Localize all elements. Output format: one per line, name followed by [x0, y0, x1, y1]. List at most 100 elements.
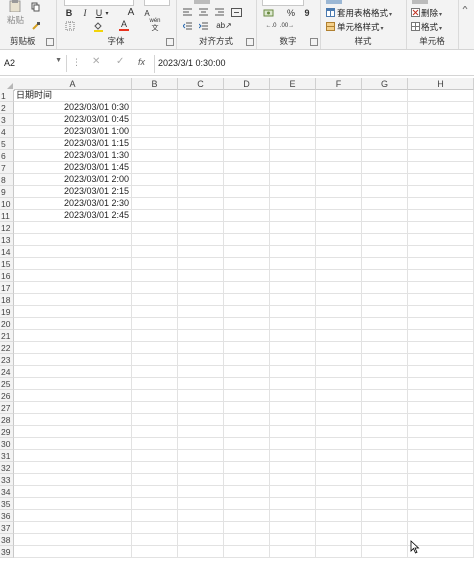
row-header-15[interactable]: 15: [0, 258, 14, 270]
cell-b35[interactable]: [132, 498, 178, 510]
cell-g21[interactable]: [362, 330, 408, 342]
cell-c31[interactable]: [178, 450, 224, 462]
clipboard-launcher-icon[interactable]: [46, 38, 54, 46]
cell-e38[interactable]: [270, 534, 316, 546]
cell-b28[interactable]: [132, 414, 178, 426]
cell-b18[interactable]: [132, 294, 178, 306]
cell-e26[interactable]: [270, 390, 316, 402]
cell-c7[interactable]: [178, 162, 224, 174]
cell-e31[interactable]: [270, 450, 316, 462]
cell-d14[interactable]: [224, 246, 270, 258]
cell-d34[interactable]: [224, 486, 270, 498]
row-header-2[interactable]: 2: [0, 102, 14, 114]
cell-b38[interactable]: [132, 534, 178, 546]
cell-f19[interactable]: [316, 306, 362, 318]
cell-a16[interactable]: [14, 270, 132, 282]
column-header-b[interactable]: B: [132, 78, 178, 90]
cell-g20[interactable]: [362, 318, 408, 330]
cell-b17[interactable]: [132, 282, 178, 294]
cell-d9[interactable]: [224, 186, 270, 198]
cell-e12[interactable]: [270, 222, 316, 234]
row-header-39[interactable]: 39: [0, 546, 14, 558]
delete-icon[interactable]: [410, 7, 420, 17]
cell-f16[interactable]: [316, 270, 362, 282]
cell-c27[interactable]: [178, 402, 224, 414]
cell-c3[interactable]: [178, 114, 224, 126]
cell-f8[interactable]: [316, 174, 362, 186]
cell-g5[interactable]: [362, 138, 408, 150]
cell-a8[interactable]: 2023/03/01 2:00: [14, 174, 132, 186]
cell-f38[interactable]: [316, 534, 362, 546]
row-header-36[interactable]: 36: [0, 510, 14, 522]
cell-g18[interactable]: [362, 294, 408, 306]
cell-e23[interactable]: [270, 354, 316, 366]
cell-b20[interactable]: [132, 318, 178, 330]
cell-d1[interactable]: [224, 90, 270, 102]
cell-f6[interactable]: [316, 150, 362, 162]
cell-a3[interactable]: 2023/03/01 0:45: [14, 114, 132, 126]
cell-a33[interactable]: [14, 474, 132, 486]
cell-f35[interactable]: [316, 498, 362, 510]
cell-d30[interactable]: [224, 438, 270, 450]
cell-c34[interactable]: [178, 486, 224, 498]
cell-f39[interactable]: [316, 546, 362, 558]
cell-c39[interactable]: [178, 546, 224, 558]
cell-c1[interactable]: [178, 90, 224, 102]
row-header-16[interactable]: 16: [0, 270, 14, 282]
cell-c19[interactable]: [178, 306, 224, 318]
cell-a18[interactable]: [14, 294, 132, 306]
cell-c26[interactable]: [178, 390, 224, 402]
cell-f7[interactable]: [316, 162, 362, 174]
cell-f24[interactable]: [316, 366, 362, 378]
increase-indent-icon[interactable]: [198, 21, 210, 31]
cell-e24[interactable]: [270, 366, 316, 378]
format-button[interactable]: 格式▾: [421, 21, 442, 33]
cell-a36[interactable]: [14, 510, 132, 522]
row-header-27[interactable]: 27: [0, 402, 14, 414]
cell-e37[interactable]: [270, 522, 316, 534]
cell-a26[interactable]: [14, 390, 132, 402]
cell-a31[interactable]: [14, 450, 132, 462]
cell-b14[interactable]: [132, 246, 178, 258]
cell-c21[interactable]: [178, 330, 224, 342]
cell-g28[interactable]: [362, 414, 408, 426]
cell-b32[interactable]: [132, 462, 178, 474]
cell-c24[interactable]: [178, 366, 224, 378]
cell-e2[interactable]: [270, 102, 316, 114]
cell-c11[interactable]: [178, 210, 224, 222]
cell-f11[interactable]: [316, 210, 362, 222]
cell-b12[interactable]: [132, 222, 178, 234]
italic-button[interactable]: I: [80, 7, 90, 18]
cell-f27[interactable]: [316, 402, 362, 414]
cell-c16[interactable]: [178, 270, 224, 282]
cell-a34[interactable]: [14, 486, 132, 498]
cell-a22[interactable]: [14, 342, 132, 354]
cell-g7[interactable]: [362, 162, 408, 174]
cell-c33[interactable]: [178, 474, 224, 486]
cell-e30[interactable]: [270, 438, 316, 450]
column-header-e[interactable]: E: [270, 78, 316, 90]
cell-f25[interactable]: [316, 378, 362, 390]
cell-f23[interactable]: [316, 354, 362, 366]
cell-e4[interactable]: [270, 126, 316, 138]
cell-h19[interactable]: [408, 306, 474, 318]
cell-a19[interactable]: [14, 306, 132, 318]
cell-e9[interactable]: [270, 186, 316, 198]
cell-b23[interactable]: [132, 354, 178, 366]
cell-c17[interactable]: [178, 282, 224, 294]
cell-b39[interactable]: [132, 546, 178, 558]
cell-b2[interactable]: [132, 102, 178, 114]
cell-f5[interactable]: [316, 138, 362, 150]
cell-e18[interactable]: [270, 294, 316, 306]
ribbon-scroll-icon[interactable]: [462, 5, 468, 30]
row-header-38[interactable]: 38: [0, 534, 14, 546]
table-format-icon[interactable]: [325, 7, 335, 17]
cell-h30[interactable]: [408, 438, 474, 450]
cell-e17[interactable]: [270, 282, 316, 294]
row-header-5[interactable]: 5: [0, 138, 14, 150]
row-header-30[interactable]: 30: [0, 438, 14, 450]
cell-g8[interactable]: [362, 174, 408, 186]
cell-h13[interactable]: [408, 234, 474, 246]
row-header-20[interactable]: 20: [0, 318, 14, 330]
cell-d24[interactable]: [224, 366, 270, 378]
